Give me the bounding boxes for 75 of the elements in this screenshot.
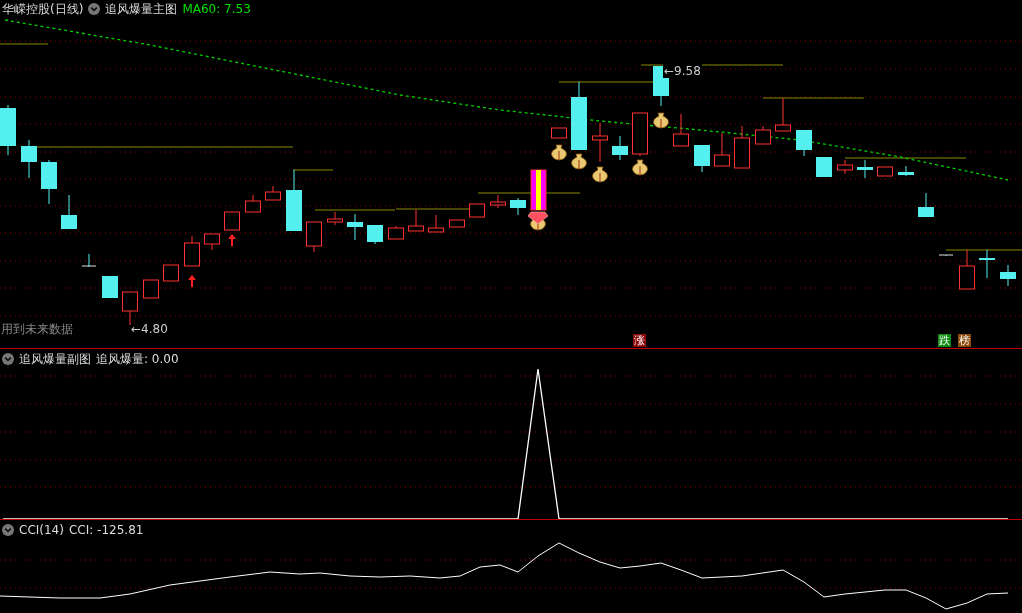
candlestick <box>551 127 567 139</box>
candlestick <box>898 165 914 177</box>
candlestick <box>938 254 954 257</box>
signal-badge: 榜 <box>958 334 971 347</box>
candlestick <box>428 214 444 233</box>
candlestick <box>734 125 750 169</box>
candlestick <box>224 211 240 231</box>
candlestick <box>0 104 16 156</box>
money-bag-icon <box>592 166 608 183</box>
money-bag-icon <box>551 144 567 161</box>
candlestick <box>367 224 383 245</box>
money-bag-icon <box>653 112 669 129</box>
money-bag-icon <box>632 159 648 176</box>
price-level-line <box>0 43 49 45</box>
candlestick <box>918 192 934 218</box>
candlestick <box>408 209 424 232</box>
candlestick <box>469 203 485 218</box>
candlestick <box>21 139 37 179</box>
indicator-reading: 追风爆量: 0.00 <box>96 350 179 368</box>
candlestick <box>81 253 97 268</box>
candlestick <box>694 144 710 173</box>
candlestick <box>490 194 506 209</box>
candlestick <box>163 264 179 282</box>
signal-bar <box>530 169 547 211</box>
candlestick <box>41 159 57 205</box>
money-bag-icon <box>571 153 587 170</box>
candlestick <box>510 197 526 216</box>
candlestick <box>61 194 77 230</box>
candlestick <box>877 166 893 177</box>
candlestick <box>673 113 689 147</box>
candlestick <box>265 185 281 201</box>
candlestick <box>959 249 975 290</box>
candlestick <box>775 97 791 132</box>
warning-text: 用到未来数据 <box>1 321 73 338</box>
candlestick <box>1000 264 1016 287</box>
signal-badge: 跌 <box>938 334 951 347</box>
candlestick <box>184 235 200 267</box>
gem-icon <box>527 211 549 225</box>
up-arrow-icon <box>188 275 196 287</box>
signal-badge: 涨 <box>633 334 646 347</box>
price-level-line <box>292 169 334 171</box>
candlestick <box>306 221 322 253</box>
candlestick <box>286 169 302 232</box>
high-price-label: ←9.58 <box>663 64 702 78</box>
candlestick <box>327 211 343 226</box>
candlestick <box>592 122 608 163</box>
candlestick <box>143 279 159 299</box>
collapse-icon[interactable] <box>2 353 14 365</box>
low-price-label: ←4.80 <box>131 322 168 336</box>
chart-title: 华嵘控股(日线) <box>2 0 84 18</box>
indicator-name: CCI(14) <box>19 523 64 537</box>
candlestick <box>204 233 220 251</box>
candlestick <box>612 135 628 161</box>
candlestick <box>449 219 465 228</box>
indicator-reading: CCI: -125.81 <box>68 523 144 537</box>
candlestick <box>632 112 648 157</box>
candlestick <box>122 291 138 326</box>
up-arrow-icon <box>228 234 236 246</box>
collapse-icon[interactable] <box>2 524 14 536</box>
candlestick <box>245 194 261 213</box>
candlestick <box>347 213 363 241</box>
candlestick <box>755 125 771 145</box>
candlestick <box>102 275 118 299</box>
candlestick <box>714 132 730 167</box>
candlestick <box>796 129 812 157</box>
candlestick <box>388 225 404 240</box>
candlestick <box>857 159 873 179</box>
candlestick <box>571 81 587 151</box>
candlestick <box>816 156 832 178</box>
candlestick <box>837 159 853 175</box>
indicator-reading: MA60: 7.53 <box>182 2 251 16</box>
collapse-icon[interactable] <box>88 3 101 15</box>
candlestick <box>979 249 995 279</box>
indicator-name: 追风爆量主图 <box>105 0 178 18</box>
indicator-name: 追风爆量副图 <box>19 350 91 368</box>
